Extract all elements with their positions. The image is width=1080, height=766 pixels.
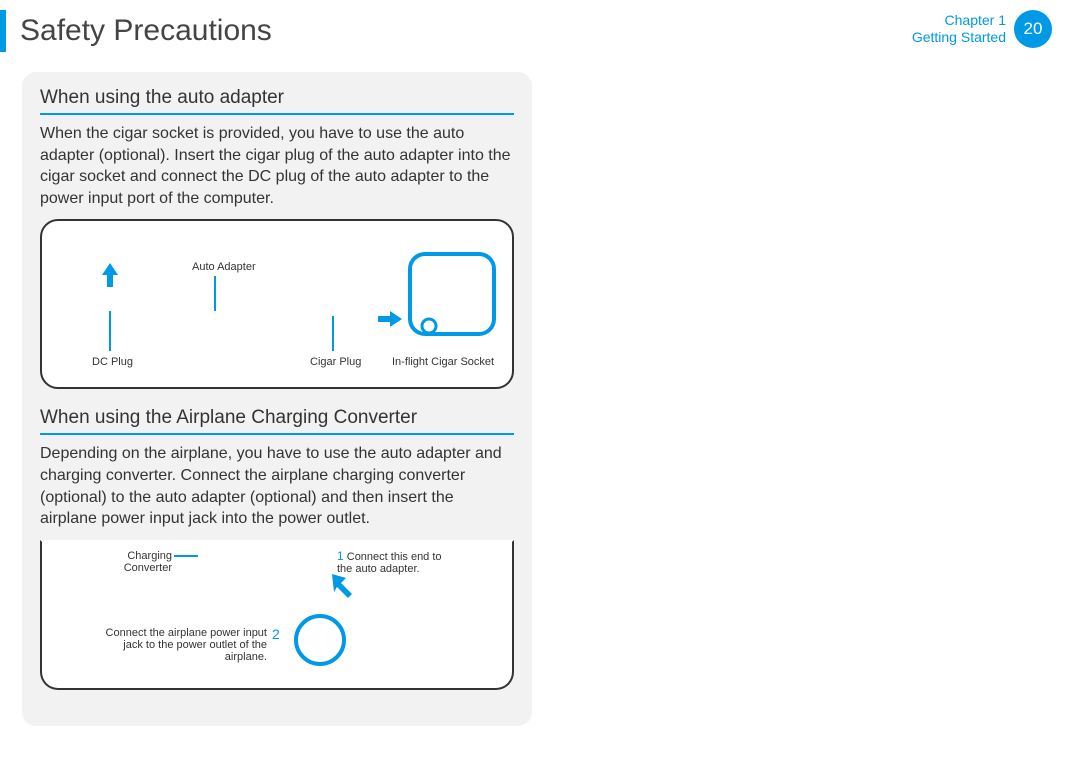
step1-number: 1 [337, 549, 344, 563]
section2-body: Depending on the airplane, you have to u… [40, 443, 514, 529]
lead-line [332, 316, 334, 351]
diagram-airplane-converter: Charging Converter 1 Connect this end to… [40, 540, 514, 690]
heading-accent-bar [0, 10, 6, 52]
page-number-badge: 20 [1014, 10, 1052, 48]
label-cigar-plug: Cigar Plug [310, 356, 361, 368]
step1-group: 1 Connect this end to the auto adapter. [337, 550, 457, 575]
chapter-text: Chapter 1 Getting Started [912, 12, 1006, 46]
arrow-up-icon [102, 263, 118, 293]
section1-heading: When using the auto adapter [40, 87, 514, 115]
lead-line [214, 276, 216, 311]
step1-text: Connect this end to the auto adapter. [337, 551, 442, 575]
lead-line [109, 311, 111, 351]
power-outlet-shape [292, 612, 348, 668]
label-auto-adapter: Auto Adapter [192, 261, 256, 273]
cigar-socket-shape [407, 251, 497, 351]
step2-text: Connect the airplane power input jack to… [106, 627, 267, 663]
page-header: Safety Precautions Chapter 1 Getting Sta… [0, 0, 1080, 52]
label-charging-converter: Charging Converter [112, 550, 172, 574]
content-column: When using the auto adapter When the cig… [22, 72, 532, 726]
section1-body: When the cigar socket is provided, you h… [40, 123, 514, 209]
label-inflight-socket: In-ﬂight Cigar Socket [392, 356, 494, 368]
diagram-auto-adapter: DC Plug Auto Adapter Cigar Plug In-ﬂight… [40, 219, 514, 389]
arrow-right-icon [372, 311, 402, 327]
lead-line [174, 555, 198, 557]
chapter-line1: Chapter 1 [912, 12, 1006, 29]
title-wrap: Safety Precautions [0, 10, 272, 52]
label-dc-plug: DC Plug [92, 356, 133, 368]
step2-group: Connect the airplane power input jack to… [97, 627, 267, 663]
step2-number: 2 [272, 627, 280, 642]
label-charging-converter-text: Charging Converter [124, 550, 172, 574]
chapter-line2: Getting Started [912, 29, 1006, 46]
section2-heading: When using the Airplane Charging Convert… [40, 407, 514, 435]
page-title: Safety Precautions [20, 14, 272, 48]
arrow-diag-icon [332, 574, 356, 598]
chapter-indicator: Chapter 1 Getting Started 20 [912, 10, 1060, 48]
